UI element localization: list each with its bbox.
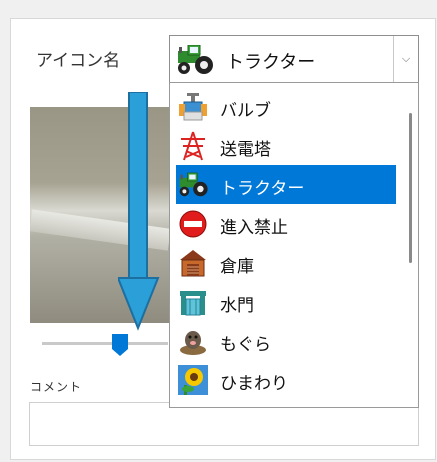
- list-item[interactable]: 送電塔: [176, 126, 396, 165]
- list-item-selected[interactable]: トラクター: [176, 165, 396, 204]
- icon-name-label: アイコン名: [36, 51, 121, 71]
- icon-dropdown-list: バルブ 送電塔 トラクター 進入禁止 倉庫 水門 もぐら ひまわり: [169, 82, 419, 408]
- list-item[interactable]: 水門: [176, 282, 396, 321]
- list-item[interactable]: もぐら: [176, 321, 396, 360]
- list-item-label: バルブ: [220, 101, 271, 121]
- valve-icon: [178, 92, 208, 122]
- comment-label: コメント: [30, 380, 83, 394]
- list-item-label: トラクター: [220, 179, 305, 199]
- tractor-icon: [176, 44, 216, 79]
- comment-field[interactable]: [29, 402, 419, 446]
- no-entry-icon: [178, 209, 208, 239]
- chevron-down-icon[interactable]: ⌵: [393, 36, 418, 82]
- list-item[interactable]: バルブ: [176, 87, 396, 126]
- tractor-icon: [178, 170, 208, 200]
- warehouse-icon: [178, 248, 208, 278]
- slider-track[interactable]: [42, 342, 168, 345]
- mole-icon: [178, 326, 208, 356]
- list-item[interactable]: ひまわり: [176, 360, 396, 399]
- selected-value: トラクター: [226, 52, 316, 73]
- down-arrow-icon: [118, 92, 160, 331]
- list-item[interactable]: 倉庫: [176, 243, 396, 282]
- list-item-label: 水門: [220, 296, 254, 316]
- list-item-label: 進入禁止: [220, 218, 288, 238]
- dropdown-scrollbar[interactable]: [406, 85, 416, 405]
- scrollbar-thumb[interactable]: [409, 113, 412, 263]
- list-item[interactable]: 進入禁止: [176, 204, 396, 243]
- list-item-label: もぐら: [220, 335, 271, 355]
- sunflower-icon: [178, 365, 208, 395]
- list-item-label: 送電塔: [220, 140, 271, 160]
- icon-name-combobox[interactable]: トラクター ⌵: [169, 35, 419, 83]
- list-item-label: 倉庫: [220, 257, 254, 277]
- power-tower-icon: [178, 131, 208, 161]
- water-gate-icon: [178, 287, 208, 317]
- slider-thumb[interactable]: [112, 334, 128, 356]
- list-item-label: ひまわり: [220, 374, 288, 394]
